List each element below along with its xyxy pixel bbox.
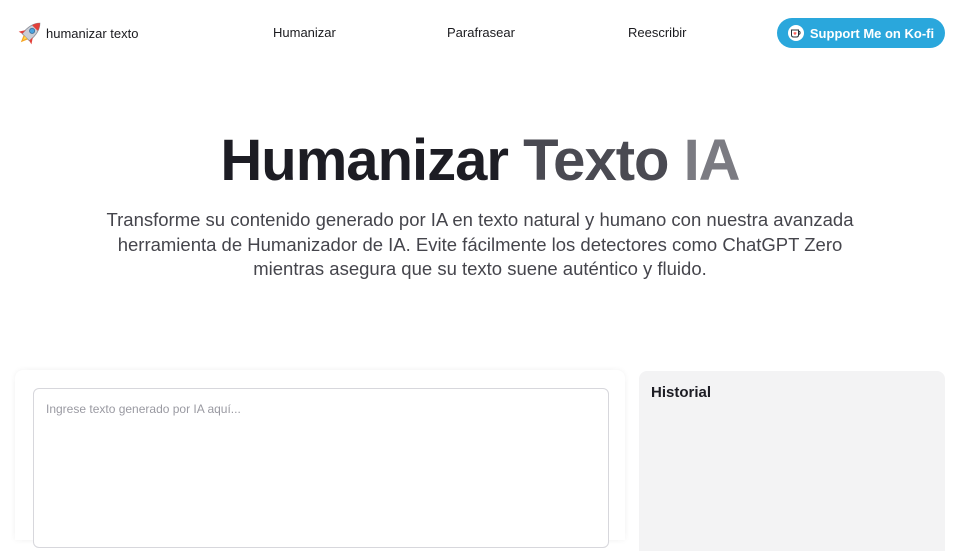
- title-part-humanizar: Humanizar: [220, 128, 524, 193]
- title-part-texto: Texto: [523, 128, 684, 193]
- nav-link-parafrasear[interactable]: Parafrasear: [447, 25, 515, 40]
- nav-link-humanizar[interactable]: Humanizar: [273, 25, 336, 40]
- nav-link-reescribir[interactable]: Reescribir: [628, 25, 687, 40]
- brand-link[interactable]: humanizar texto: [15, 17, 139, 49]
- kofi-support-label: Support Me on Ko-fi: [809, 25, 935, 41]
- top-nav: humanizar texto Humanizar Parafrasear Re…: [0, 0, 960, 66]
- kofi-cup-icon: [787, 25, 804, 41]
- rocket-icon: [15, 17, 45, 49]
- brand-label: humanizar texto: [46, 25, 139, 41]
- history-panel: Historial: [639, 371, 945, 551]
- history-title: Historial: [651, 384, 712, 401]
- title-part-ia: IA: [683, 128, 741, 193]
- page-title: Humanizar Texto IA: [0, 128, 960, 194]
- kofi-support-button[interactable]: Support Me on Ko-fi: [777, 18, 945, 48]
- page-subtitle: Transforme su contenido generado por IA …: [106, 209, 854, 279]
- ai-text-input[interactable]: [33, 388, 609, 548]
